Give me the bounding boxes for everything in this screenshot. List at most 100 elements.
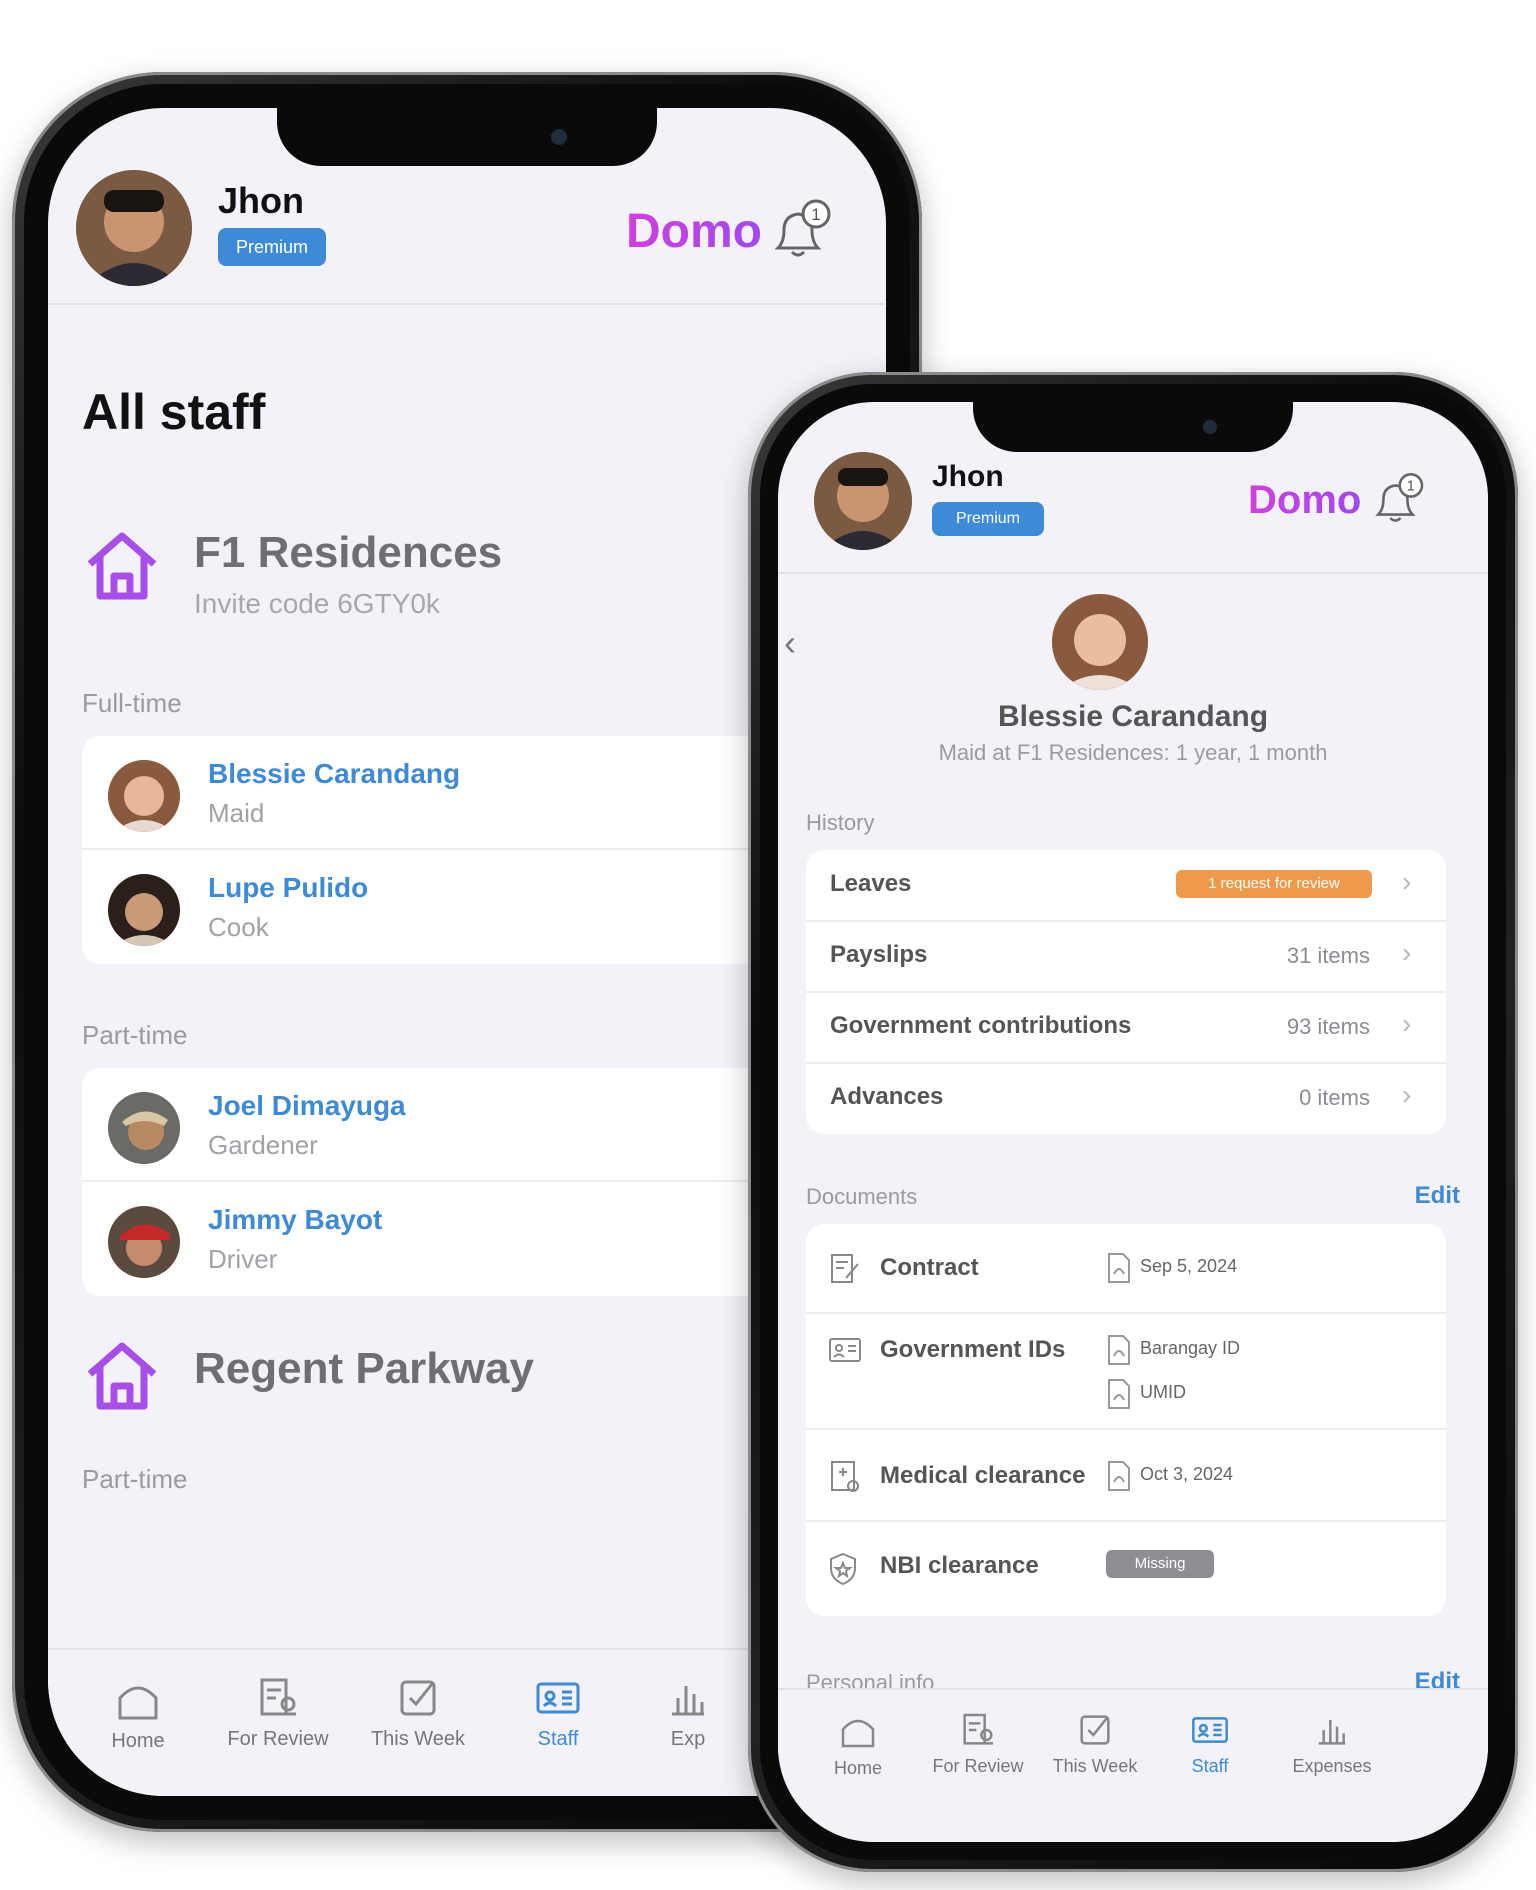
notification-bell-icon[interactable]: 1 — [1368, 470, 1428, 530]
check-icon — [1080, 1715, 1110, 1745]
app-header: Jhon Premium Domo 1 — [48, 108, 886, 305]
tab-home[interactable]: Home — [78, 1678, 198, 1753]
history-row-advances[interactable]: Advances 0 items › — [806, 1063, 1446, 1133]
tab-bar: Home For Review This Week Staff Expenses — [778, 1688, 1488, 1842]
tab-expenses[interactable]: Expenses — [1272, 1710, 1392, 1777]
premium-badge: Premium — [932, 502, 1044, 536]
profile-name: Blessie Carandang — [997, 700, 1269, 733]
documents-edit-button[interactable]: Edit — [1415, 1182, 1460, 1210]
notification-bell-icon[interactable]: 1 — [766, 196, 836, 266]
staff-card-icon — [536, 1682, 580, 1714]
staff-card-icon — [1192, 1717, 1228, 1743]
tab-label: Home — [111, 1730, 165, 1752]
id-card-icon — [829, 1338, 861, 1362]
staff-avatar — [108, 760, 180, 832]
document-file[interactable]: UMID — [1140, 1382, 1186, 1403]
document-row-contract[interactable]: Contract Sep 5, 2024 — [806, 1224, 1446, 1314]
tab-label: Staff — [537, 1728, 579, 1750]
invite-code: Invite code 6GTY0k — [194, 588, 440, 619]
tab-label: For Review — [227, 1728, 329, 1750]
pdf-file-icon — [1108, 1461, 1130, 1491]
staff-name[interactable]: Lupe Pulido — [208, 872, 368, 904]
staff-role: Cook — [208, 912, 269, 942]
section-label-history: History — [806, 810, 875, 835]
staff-name[interactable]: Jimmy Bayot — [208, 1204, 382, 1236]
app-header: Jhon Premium Domo 1 — [778, 402, 1488, 574]
profile-avatar — [1052, 594, 1148, 690]
history-label: Government contributions — [830, 1012, 1132, 1039]
document-label: Government IDs — [880, 1336, 1066, 1363]
tab-for-review[interactable]: For Review — [918, 1710, 1038, 1777]
expenses-icon — [672, 1686, 704, 1716]
section-label-documents: Documents — [806, 1184, 918, 1209]
profile-subtitle: Maid at F1 Residences: 1 year, 1 month — [938, 740, 1328, 765]
right-screen: Jhon Premium Domo 1 ‹ Blessie Carandang … — [778, 402, 1488, 1842]
back-chevron-icon[interactable]: ‹ — [784, 622, 796, 664]
document-row-medical[interactable]: Medical clearance Oct 3, 2024 — [806, 1430, 1446, 1522]
tab-label: Exp — [670, 1728, 706, 1750]
document-label: NBI clearance — [880, 1552, 1039, 1579]
staff-name[interactable]: Blessie Carandang — [208, 758, 460, 790]
user-avatar[interactable] — [814, 452, 912, 550]
history-label: Payslips — [830, 941, 928, 968]
history-row-gov-contributions[interactable]: Government contributions 93 items › — [806, 992, 1446, 1064]
chevron-right-icon: › — [1402, 1079, 1412, 1110]
house-icon — [82, 526, 162, 611]
property-name[interactable]: Regent Parkway — [194, 1344, 534, 1394]
documents-list: Contract Sep 5, 2024 Government IDs Bara… — [806, 1224, 1446, 1616]
history-row-leaves[interactable]: Leaves 1 request for review › — [806, 850, 1446, 922]
history-count: 93 items — [1286, 1014, 1370, 1039]
history-label: Advances — [830, 1083, 944, 1110]
expenses-icon — [1318, 1720, 1346, 1745]
review-icon — [963, 1713, 993, 1745]
tab-expenses[interactable]: Exp — [648, 1674, 728, 1751]
page-title: All staff — [82, 384, 266, 440]
chevron-right-icon: › — [1402, 866, 1412, 897]
tab-staff[interactable]: Staff — [488, 1674, 628, 1751]
staff-avatar — [108, 874, 180, 946]
contract-icon — [831, 1254, 859, 1283]
history-count: 0 items — [1299, 1085, 1370, 1110]
document-file[interactable]: Barangay ID — [1140, 1338, 1240, 1359]
document-row-government-ids[interactable]: Government IDs Barangay ID UMID — [806, 1314, 1446, 1430]
home-icon — [118, 1686, 158, 1720]
staff-avatar — [108, 1092, 180, 1164]
tab-for-review[interactable]: For Review — [208, 1674, 348, 1751]
brand-logo: Domo — [1248, 478, 1362, 522]
chevron-right-icon: › — [1402, 1008, 1412, 1039]
staff-role: Driver — [208, 1244, 278, 1274]
tab-this-week[interactable]: This Week — [348, 1674, 488, 1751]
tab-label: This Week — [1052, 1756, 1138, 1776]
group-label: Part-time — [82, 1020, 188, 1050]
shield-icon — [830, 1552, 856, 1586]
user-name: Jhon — [932, 460, 1004, 493]
pdf-file-icon — [1108, 1253, 1130, 1283]
review-badge: 1 request for review — [1176, 870, 1372, 898]
history-count: 31 items — [1286, 943, 1370, 968]
staff-role: Gardener — [208, 1130, 318, 1160]
notification-count: 1 — [811, 205, 820, 224]
document-file[interactable]: Oct 3, 2024 — [1140, 1464, 1233, 1485]
tab-label: Home — [833, 1758, 882, 1778]
staff-avatar — [108, 1206, 180, 1278]
home-icon — [841, 1719, 875, 1748]
history-row-payslips[interactable]: Payslips 31 items › — [806, 921, 1446, 993]
tab-home[interactable]: Home — [808, 1712, 908, 1779]
history-label: Leaves — [830, 870, 912, 897]
property-name[interactable]: F1 Residences — [194, 528, 502, 578]
premium-badge: Premium — [218, 228, 326, 266]
group-label: Part-time — [82, 1464, 188, 1494]
tab-staff[interactable]: Staff — [1160, 1710, 1260, 1777]
brand-logo: Domo — [626, 205, 762, 258]
staff-name[interactable]: Joel Dimayuga — [208, 1090, 406, 1122]
tab-label: Staff — [1191, 1756, 1229, 1776]
document-row-nbi[interactable]: NBI clearance Missing — [806, 1522, 1446, 1614]
user-avatar[interactable] — [76, 170, 192, 286]
document-file[interactable]: Sep 5, 2024 — [1140, 1256, 1237, 1277]
tab-this-week[interactable]: This Week — [1040, 1710, 1150, 1777]
tab-label: Expenses — [1292, 1756, 1372, 1776]
document-label: Contract — [880, 1254, 979, 1281]
notification-count: 1 — [1407, 479, 1415, 495]
group-label: Full-time — [82, 688, 182, 718]
right-phone: Jhon Premium Domo 1 ‹ Blessie Carandang … — [748, 372, 1518, 1872]
